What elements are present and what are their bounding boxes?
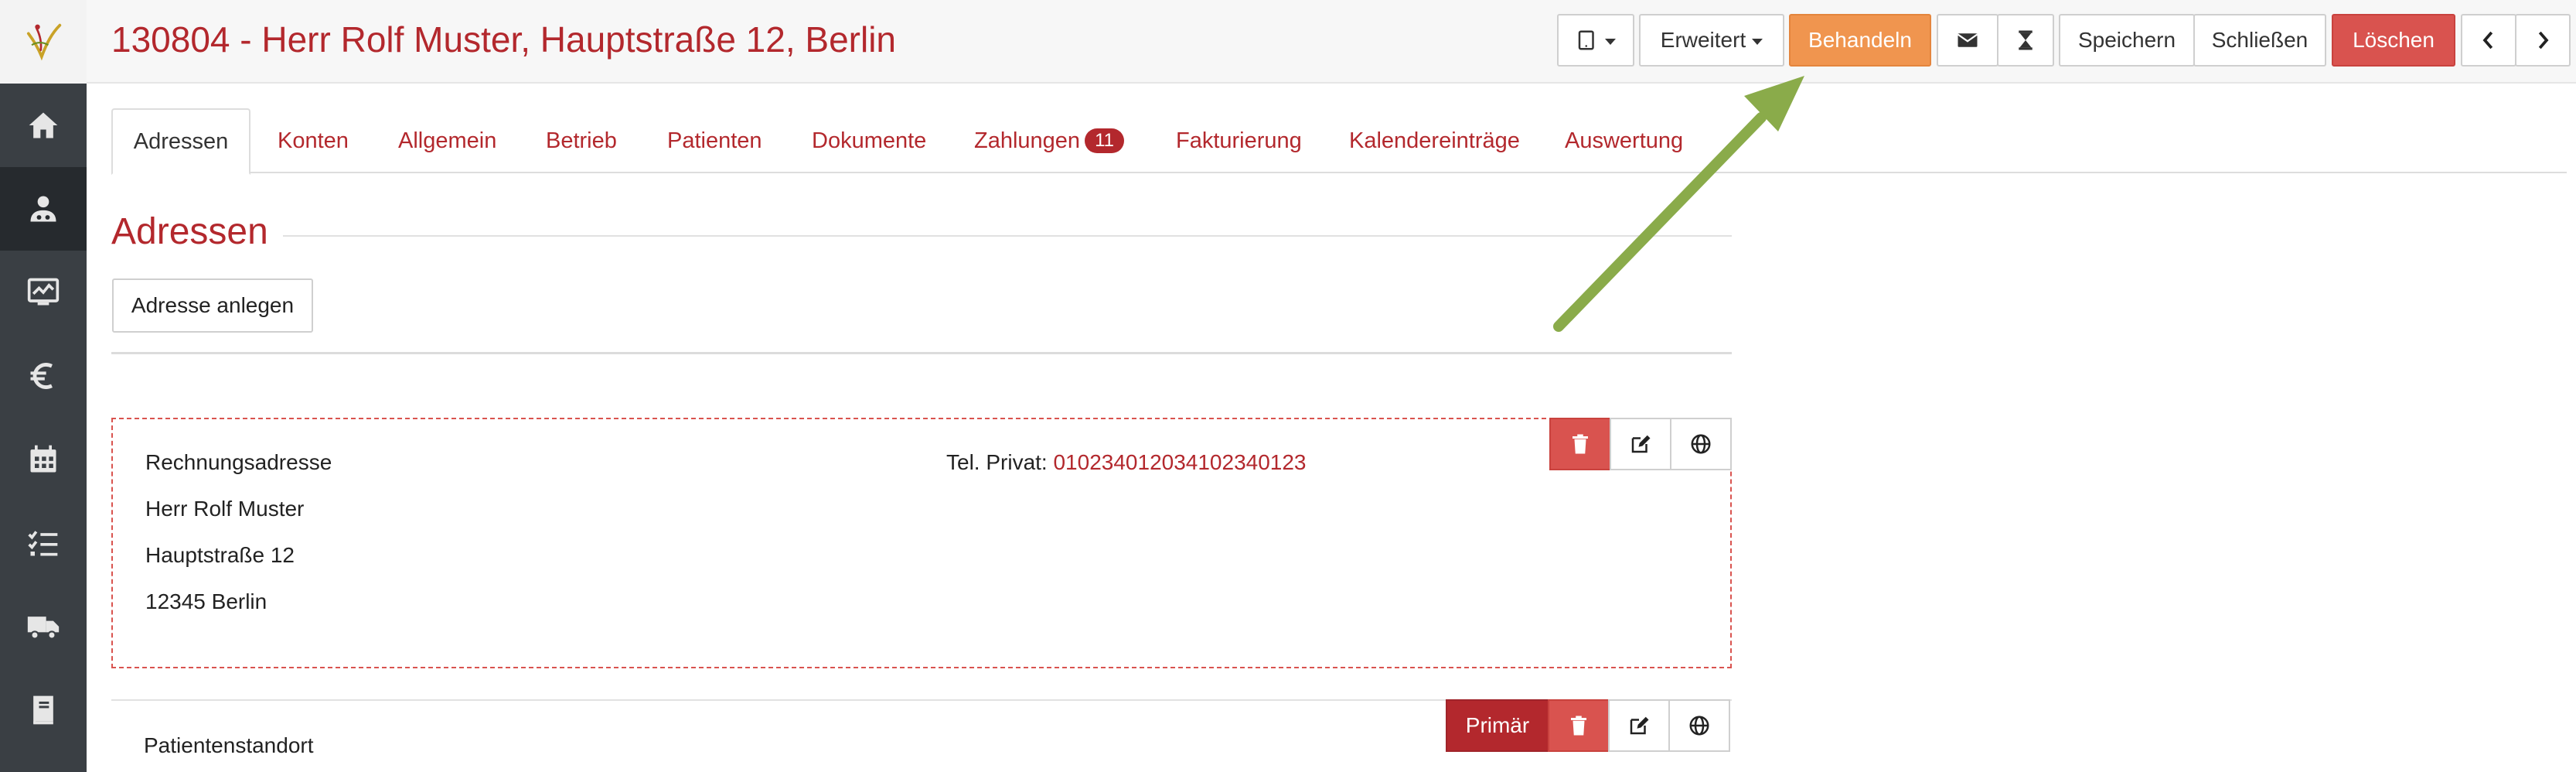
tablet-icon [1578,30,1594,50]
edit-icon [1631,435,1651,453]
address-type: Rechnungsadresse [145,450,332,474]
sidebar-item-delivery[interactable] [0,585,87,668]
edit-address-button[interactable] [1608,699,1670,752]
checklist-icon [28,531,58,556]
tab-dokumente[interactable]: Dokumente [812,108,926,173]
extended-label: Erweitert [1660,28,1746,52]
address-name: Herr Rolf Muster [145,497,305,521]
app-logo[interactable] [0,0,87,84]
delete-button[interactable]: Löschen [2332,14,2455,67]
section-rule [283,235,1732,237]
sidebar-item-monitor[interactable] [0,251,87,334]
address-city: 12345 Berlin [145,589,267,613]
trash-icon [1571,716,1586,736]
chevron-down-icon [1605,39,1616,45]
logo-icon [26,23,62,61]
sidebar [0,0,87,772]
monitor-chart-icon [27,278,60,306]
map-address-button[interactable] [1668,699,1730,752]
chevron-right-icon [2538,31,2549,50]
sidebar-item-book[interactable] [0,668,87,752]
sidebar-item-home[interactable] [0,84,87,167]
tab-patienten[interactable]: Patienten [667,108,762,173]
tab-zahlungen[interactable]: Zahlungen 11 [974,108,1124,173]
tab-adressen[interactable]: Adressen [111,108,250,175]
address-actions-2: Primär [1446,699,1730,752]
chevron-down-icon [1752,39,1763,45]
save-button[interactable]: Speichern [2059,14,2195,67]
sidebar-item-users[interactable] [0,167,87,251]
delete-address-button[interactable] [1549,418,1611,470]
envelope-icon [1957,33,1978,47]
payments-count-badge: 11 [1085,128,1124,153]
close-button[interactable]: Schließen [2193,14,2326,67]
calendar-icon [30,445,56,473]
edit-address-button[interactable] [1610,418,1671,470]
edit-icon [1630,716,1649,735]
add-address-button[interactable]: Adresse anlegen [112,278,313,333]
hourglass-icon [2019,30,2033,50]
page-title: 130804 - Herr Rolf Muster, Hauptstraße 1… [111,19,897,60]
treat-button[interactable]: Behandeln [1789,14,1931,67]
trash-icon [1573,434,1588,454]
tab-zahlungen-label: Zahlungen [974,128,1081,153]
address-actions [1549,418,1732,470]
sidebar-item-tasks[interactable] [0,501,87,585]
tab-allgemein[interactable]: Allgemein [398,108,496,173]
truck-icon [27,617,60,640]
previous-button[interactable] [2461,14,2516,67]
tab-kalendereintraege[interactable]: Kalendereinträge [1349,108,1520,173]
hourglass-button[interactable] [1997,14,2054,67]
tab-bar: Adressen Konten Allgemein Betrieb Patien… [111,108,2567,175]
map-address-button[interactable] [1670,418,1732,470]
extended-dropdown-button[interactable]: Erweitert [1639,14,1784,67]
phone-field: Tel. Privat: 010234012034102340123 [946,450,1307,475]
tab-fakturierung[interactable]: Fakturierung [1176,108,1302,173]
layout-dropdown-button[interactable] [1557,14,1634,67]
chevron-left-icon [2482,31,2493,50]
tab-auswertung[interactable]: Auswertung [1565,108,1683,173]
euro-icon [30,363,53,389]
book-icon [33,695,53,725]
address-street: Hauptstraße 12 [145,543,295,567]
next-button[interactable] [2515,14,2571,67]
globe-icon [1689,716,1709,736]
address-type-2: Patientenstandort [144,733,314,757]
globe-icon [1691,434,1711,454]
section-title: Adressen [111,211,268,252]
tab-betrieb[interactable]: Betrieb [546,108,617,173]
primary-badge-button[interactable]: Primär [1446,699,1549,752]
phone-link[interactable]: 010234012034102340123 [1053,450,1306,474]
home-icon [29,112,58,138]
sidebar-item-calendar[interactable] [0,418,87,501]
delete-address-button[interactable] [1548,699,1610,752]
address-card: Rechnungsadresse Herr Rolf Muster Haupts… [111,418,1732,668]
tab-konten[interactable]: Konten [278,108,349,173]
sidebar-item-finance[interactable] [0,334,87,418]
phone-label: Tel. Privat: [946,450,1048,474]
email-button[interactable] [1937,14,1998,67]
divider [111,352,1732,354]
users-icon [30,196,56,222]
